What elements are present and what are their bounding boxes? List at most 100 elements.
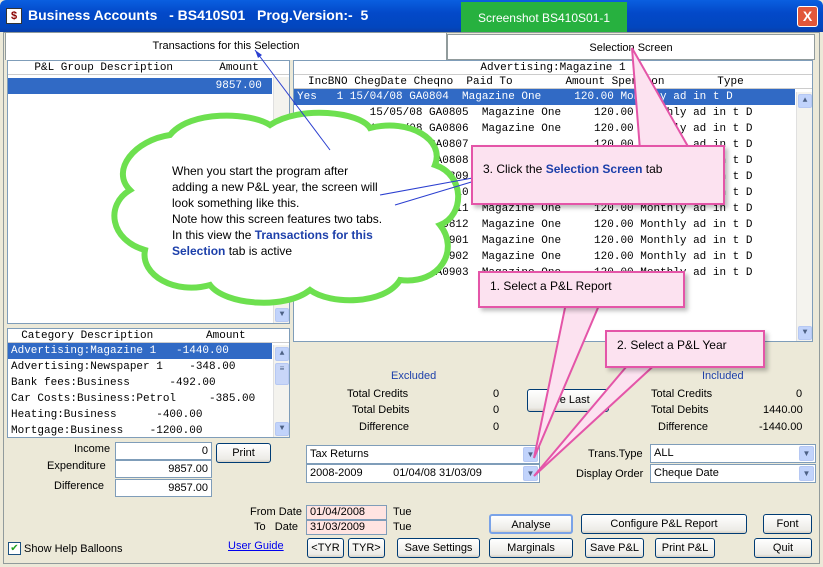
scroll-up-icon[interactable]: ▲ (798, 94, 812, 108)
quit-button[interactable]: Quit (754, 538, 812, 558)
cloud-line: look something like this. (172, 196, 300, 210)
trans-type-value: ALL (654, 447, 674, 459)
app-icon: $ (6, 8, 22, 24)
scroll-down-icon[interactable]: ▼ (798, 326, 812, 340)
chevron-down-icon[interactable]: ▼ (799, 466, 814, 481)
list-item[interactable]: Advertising:Newspaper 1 -348.00 (8, 359, 272, 375)
scroll-thumb[interactable]: ≡ (275, 363, 289, 385)
close-button[interactable]: X (797, 6, 818, 27)
ex-difference-label: Difference (359, 421, 409, 433)
income-label: Income (74, 443, 111, 455)
callout-2: 2. Select a P&L Year (605, 330, 765, 368)
in-total-credits-label: Total Credits (651, 388, 713, 400)
included-label: Included (702, 370, 744, 382)
from-date-field[interactable]: 01/04/2008 (306, 505, 387, 520)
help-balloons-label: Show Help Balloons (24, 543, 123, 555)
in-debits-value: 1440.00 (763, 404, 803, 416)
list-item[interactable]: Mortgage:Business -1200.00 (8, 423, 272, 439)
ex-total-debits-label: Total Debits (352, 404, 410, 416)
font-button[interactable]: Font (763, 514, 812, 534)
table-row[interactable]: 15/06/08 GA0806 Magazine One 120.00 Mont… (294, 121, 795, 137)
in-difference-label: Difference (658, 421, 708, 433)
to-date-field[interactable]: 31/03/2009 (306, 520, 387, 535)
window-title: Business Accounts - BS410S01 Prog.Versio… (28, 7, 369, 23)
callout-1: 1. Select a P&L Report (478, 271, 685, 308)
transactions-header: IncBNO ChegDate Cheqno Paid To Amount Sp… (294, 75, 812, 89)
print-pl-button[interactable]: Print P&L (655, 538, 715, 558)
help-balloons-checkbox[interactable]: ✔ (8, 542, 21, 555)
scroll-up-icon[interactable]: ▲ (275, 347, 289, 361)
trans-type-select[interactable]: ALL ▼ (650, 444, 816, 463)
difference-field: 9857.00 (115, 479, 212, 497)
display-order-value: Cheque Date (654, 467, 719, 479)
print-button[interactable]: Print (216, 443, 271, 463)
chevron-down-icon[interactable]: ▼ (523, 466, 538, 481)
screenshot-label: Screenshot BS410S01-1 (461, 2, 627, 34)
ex-debits-value: 0 (493, 404, 500, 416)
report-select[interactable]: Tax Returns ▼ (306, 445, 540, 464)
in-credits-value: 0 (796, 388, 803, 400)
prev-tax-year-button[interactable]: <TYR (307, 538, 344, 558)
list-item[interactable]: Heating:Business -400.00 (8, 407, 272, 423)
expenditure-label: Expenditure (47, 460, 106, 472)
ex-credits-value: 0 (493, 388, 500, 400)
difference-label: Difference (54, 480, 104, 492)
in-diff-value: -1440.00 (759, 421, 803, 433)
year-value: 2008-2009 01/04/08 31/03/09 (310, 467, 482, 479)
next-tax-year-button[interactable]: TYR> (348, 538, 385, 558)
category-list[interactable]: Category Description Amount Advertising:… (7, 328, 290, 438)
tab-selection-screen[interactable]: Selection Screen (447, 34, 815, 60)
from-day: Tue (393, 506, 412, 518)
callout-text: tab (642, 162, 663, 176)
excluded-label: Excluded (391, 370, 437, 382)
display-order-select[interactable]: Cheque Date ▼ (650, 464, 816, 483)
save-pl-button[interactable]: Save P&L (585, 538, 644, 558)
report-value: Tax Returns (310, 448, 369, 460)
pl-group-selected-row[interactable]: 9857.00 (8, 78, 272, 94)
chevron-down-icon[interactable]: ▼ (799, 446, 814, 461)
cloud-line: Note how this screen features two tabs. (172, 212, 383, 226)
use-last-button[interactable]: Use Last (527, 389, 609, 412)
list-item[interactable]: Bank fees:Business -492.00 (8, 375, 272, 391)
callout-text: 3. Click the (483, 162, 546, 176)
category-header: Category Description Amount (8, 329, 289, 343)
category-scrollbar[interactable]: ▲ ≡ ▼ (273, 345, 289, 437)
list-item[interactable]: Advertising:Magazine 1 -1440.00 (8, 343, 272, 359)
income-field: 0 (115, 442, 212, 460)
marginals-button[interactable]: Marginals (489, 538, 573, 558)
tab-transactions[interactable]: Transactions for this Selection (5, 32, 447, 60)
cloud-line: When you start the program after (172, 164, 349, 178)
transactions-title: Advertising:Magazine 1 (294, 61, 812, 75)
to-day: Tue (393, 521, 412, 533)
category-rows: Advertising:Magazine 1 -1440.00 Advertisi… (8, 343, 289, 439)
callout-3: 3. Click the Selection Screen tab (471, 145, 725, 205)
pl-group-header: P&L Group Description Amount (8, 61, 289, 75)
in-total-debits-label: Total Debits (651, 404, 709, 416)
transactions-scrollbar[interactable]: ▲ ▼ (796, 92, 812, 341)
configure-pl-report-button[interactable]: Configure P&L Report (581, 514, 747, 534)
expenditure-field: 9857.00 (115, 460, 212, 478)
user-guide-link[interactable]: User Guide (228, 540, 284, 552)
scroll-down-icon[interactable]: ▼ (275, 422, 289, 436)
from-date-label: From Date (250, 506, 302, 518)
to-date-label: To Date (254, 521, 299, 533)
callout-highlight: Selection Screen (545, 162, 643, 176)
cloud-callout-text: When you start the program after adding … (172, 163, 422, 259)
title-bar: $ Business Accounts - BS410S01 Prog.Vers… (0, 0, 823, 32)
table-row[interactable]: 15/05/08 GA0805 Magazine One 120.00 Mont… (294, 105, 795, 121)
ex-diff-value: 0 (493, 421, 500, 433)
year-select[interactable]: 2008-2009 01/04/08 31/03/09 ▼ (306, 464, 540, 483)
cloud-line: In this view the Transactions for this S… (172, 227, 422, 259)
analyse-button[interactable]: Analyse (489, 514, 573, 534)
cloud-line: adding a new P&L year, the screen will (172, 180, 378, 194)
ex-total-credits-label: Total Credits (347, 388, 409, 400)
trans-type-label: Trans.Type (588, 448, 643, 460)
list-item[interactable]: Car Costs:Business:Petrol -385.00 (8, 391, 272, 407)
scroll-down-icon[interactable]: ▼ (275, 308, 289, 322)
display-order-label: Display Order (576, 468, 644, 480)
chevron-down-icon[interactable]: ▼ (523, 447, 538, 462)
cloud-text: In this view the (172, 228, 255, 242)
cloud-text: tab is active (225, 244, 293, 258)
save-settings-button[interactable]: Save Settings (397, 538, 480, 558)
table-row[interactable]: Yes 1 15/04/08 GA0804 Magazine One 120.0… (294, 89, 795, 105)
